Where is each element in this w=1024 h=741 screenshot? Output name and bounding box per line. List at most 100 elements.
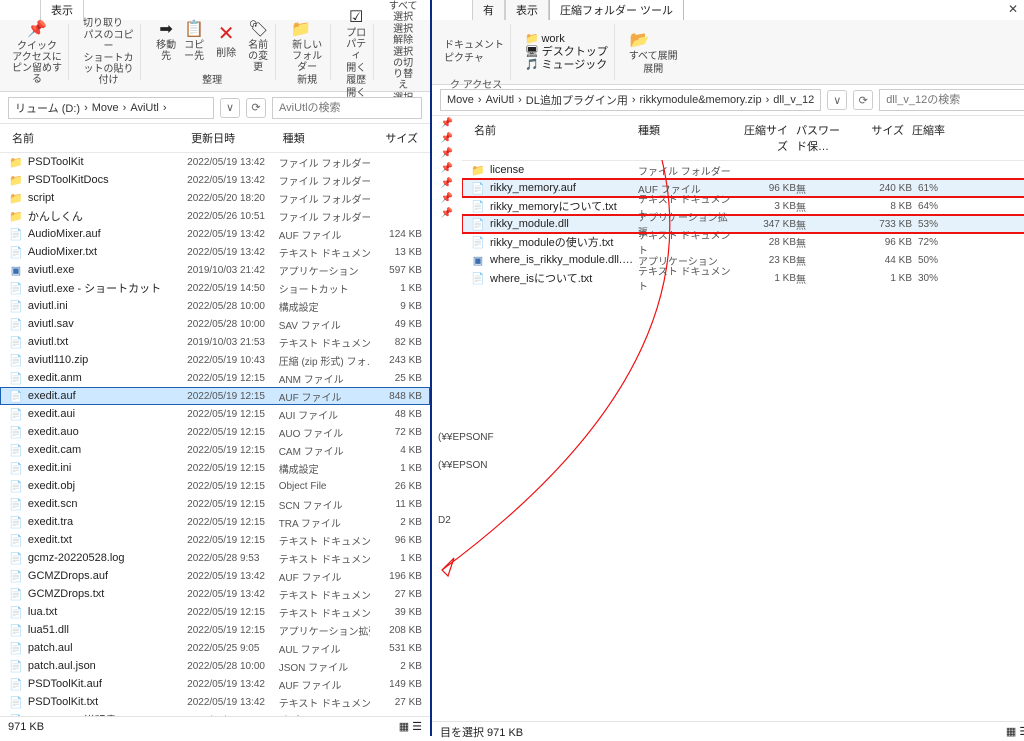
file-row[interactable]: 📄 exedit.anm 2022/05/19 12:15 ANM ファイル 2… (0, 369, 430, 387)
file-row[interactable]: 📄 gcmz-20220528.log 2022/05/28 9:53 テキスト… (0, 549, 430, 567)
selectnone-label[interactable]: 選択解除 (388, 24, 418, 46)
copy-icon[interactable]: 📋 (183, 18, 205, 40)
tab-view[interactable]: 表示 (505, 0, 549, 20)
file-type: テキスト ドキュメント (279, 533, 371, 548)
pasteshortcut-label[interactable]: ショートカットの貼り付け (83, 53, 134, 86)
cut-label[interactable]: 切り取り (83, 18, 123, 29)
file-row[interactable]: 📄 aviutl.ini 2022/05/28 10:00 構成設定 9 KB (0, 297, 430, 315)
left-breadcrumb[interactable]: リューム (D:)› Move› AviUtl› (8, 97, 214, 119)
file-row[interactable]: 📄 AudioMixer.auf 2022/05/19 13:42 AUF ファ… (0, 225, 430, 243)
file-row[interactable]: 📁 license ファイル フォルダー (462, 161, 1024, 179)
file-type: SAV ファイル (279, 317, 371, 332)
file-row[interactable]: 📄 aviutl110.zip 2022/05/19 10:43 圧縮 (zip… (0, 351, 430, 369)
rename-icon[interactable]: 🏷 (247, 18, 269, 40)
file-date: 2022/05/20 18:20 (187, 193, 279, 204)
file-size: 25 KB (370, 373, 422, 384)
file-type: テキスト ドキュメント (279, 587, 371, 602)
file-name: exedit.obj (28, 480, 187, 492)
right-breadcrumb[interactable]: Move› AviUtl› DL追加プラグイン用› rikkymodule&me… (440, 89, 821, 111)
newfolder-icon[interactable]: 📁 (290, 18, 312, 40)
file-row[interactable]: 📄 exedit.ini 2022/05/19 12:15 構成設定 1 KB (0, 459, 430, 477)
file-row[interactable]: 📄 lua51.dll 2022/05/19 12:15 アプリケーション拡張 … (0, 621, 430, 639)
file-row[interactable]: 📄 lua.txt 2022/05/19 12:15 テキスト ドキュメント 3… (0, 603, 430, 621)
file-icon: 📄 (8, 515, 24, 529)
file-name: exedit.anm (28, 372, 187, 384)
folder-icon: 📁 (8, 173, 24, 187)
pin-icon[interactable]: 📌 (440, 208, 454, 219)
selectall-label[interactable]: すべて選択 (388, 1, 418, 23)
file-row[interactable]: 📄 patch.aul 2022/05/25 9:05 AUL ファイル 531… (0, 639, 430, 657)
view-icons[interactable]: ▦ ☰ (1006, 725, 1024, 738)
file-row[interactable]: 📁 かんしくん 2022/05/26 10:51 ファイル フォルダー (0, 207, 430, 225)
file-row[interactable]: 📄 rikky_memoryについて.txt テキスト ドキュメント 3 KB … (462, 197, 1024, 215)
file-row[interactable]: 📄 exedit.scn 2022/05/19 12:15 SCN ファイル 1… (0, 495, 430, 513)
left-file-list[interactable]: 📁 PSDToolKit 2022/05/19 13:42 ファイル フォルダー… (0, 153, 430, 716)
right-column-headers[interactable]: 名前 種類 圧縮サイズ パスワード保… サイズ 圧縮率 (462, 116, 1024, 161)
delete-icon[interactable]: ✕ (211, 18, 241, 48)
pin-icon[interactable]: 📌 (440, 163, 454, 174)
tab-share[interactable]: 有 (472, 0, 505, 20)
file-type: ファイル フォルダー (279, 191, 371, 206)
extract-icon[interactable]: 📂 (629, 29, 651, 51)
file-size: 49 KB (370, 319, 422, 330)
file-row[interactable]: 📄 exedit.auo 2022/05/19 12:15 AUO ファイル 7… (0, 423, 430, 441)
file-name: aviutl.exe (28, 264, 187, 276)
file-type: テキスト ドキュメント (638, 263, 736, 293)
file-row[interactable]: 📄 rikky_memory.auf AUF ファイル 96 KB 無 240 … (462, 179, 1024, 197)
file-row[interactable]: 📁 script 2022/05/20 18:20 ファイル フォルダー (0, 189, 430, 207)
refresh-button[interactable]: ⟳ (246, 98, 266, 118)
view-icons[interactable]: ▦ ☰ (399, 720, 422, 733)
file-row[interactable]: 📄 aviutl.sav 2022/05/28 10:00 SAV ファイル 4… (0, 315, 430, 333)
pin-icon[interactable]: 📌 (440, 178, 454, 189)
pin-icon[interactable]: 📌 (440, 118, 454, 129)
invert-label[interactable]: 選択の切り替え (388, 47, 418, 91)
file-type: アプリケーション拡張 (279, 623, 371, 638)
pin-icon[interactable]: 📌 (440, 133, 454, 144)
file-row[interactable]: 📁 PSDToolKitDocs 2022/05/19 13:42 ファイル フ… (0, 171, 430, 189)
file-row[interactable]: 📄 aviutl.txt 2019/10/03 21:53 テキスト ドキュメン… (0, 333, 430, 351)
file-date: 2022/05/19 12:15 (187, 445, 279, 456)
search-input[interactable] (879, 89, 1024, 111)
open-label[interactable]: 開く (346, 63, 366, 74)
file-row[interactable]: 📄 exedit.auf 2022/05/19 12:15 AUF ファイル 8… (0, 387, 430, 405)
file-size: 96 KB (856, 237, 912, 248)
close-icon[interactable]: ✕ (1008, 2, 1018, 16)
file-row[interactable]: 📄 PSDToolKit.txt 2022/05/19 13:42 テキスト ド… (0, 693, 430, 711)
file-row[interactable]: 📄 GCMZDrops.txt 2022/05/19 13:42 テキスト ドキ… (0, 585, 430, 603)
file-row[interactable]: 📄 exedit.tra 2022/05/19 12:15 TRA ファイル 2… (0, 513, 430, 531)
file-row[interactable]: 📄 where_isについて.txt テキスト ドキュメント 1 KB 無 1 … (462, 269, 1024, 287)
properties-icon[interactable]: ☑ (345, 6, 367, 28)
file-row[interactable]: 📄 rikky_module.dll アプリケーション拡張 347 KB 無 7… (462, 215, 1024, 233)
tab-ziptools[interactable]: 圧縮フォルダー ツール (549, 0, 684, 20)
pin-icon[interactable]: 📌 (26, 19, 48, 39)
file-row[interactable]: 📄 aviutl.exe - ショートカット 2022/05/19 14:50 … (0, 279, 430, 297)
file-row[interactable]: 📁 PSDToolKit 2022/05/19 13:42 ファイル フォルダー (0, 153, 430, 171)
file-row[interactable]: 📄 patch.aul.json 2022/05/28 10:00 JSON フ… (0, 657, 430, 675)
dropdown-icon[interactable]: ∨ (827, 90, 847, 110)
file-row[interactable]: ▣ aviutl.exe 2019/10/03 21:42 アプリケーション 5… (0, 261, 430, 279)
file-size: 597 KB (370, 265, 422, 276)
file-row[interactable]: 📄 exedit.cam 2022/05/19 12:15 CAM ファイル 4… (0, 441, 430, 459)
file-type: AUF ファイル (279, 389, 371, 404)
tab-view[interactable]: 表示 (40, 0, 84, 20)
copypath-label[interactable]: パスのコピー (83, 30, 134, 52)
dropdown-icon[interactable]: ∨ (220, 98, 240, 118)
right-file-list[interactable]: 📁 license ファイル フォルダー 📄 rikky_memory.auf … (462, 161, 1024, 721)
file-row[interactable]: 📄 GCMZDrops.auf 2022/05/19 13:42 AUF ファイ… (0, 567, 430, 585)
file-row[interactable]: 📄 exedit.obj 2022/05/19 12:15 Object Fil… (0, 477, 430, 495)
col-pw: パスワード保… (792, 120, 852, 156)
left-column-headers[interactable]: 名前 更新日時 種類 サイズ (0, 124, 430, 153)
history-label[interactable]: 履歴 (346, 75, 366, 86)
file-icon: 📄 (8, 497, 24, 511)
file-row[interactable]: 📄 PSDToolKit.auf 2022/05/19 13:42 AUF ファ… (0, 675, 430, 693)
search-input[interactable] (272, 97, 422, 119)
pin-icon[interactable]: 📌 (440, 148, 454, 159)
file-row[interactable]: 📄 AudioMixer.txt 2022/05/19 13:42 テキスト ド… (0, 243, 430, 261)
file-row[interactable]: 📄 exedit.txt 2022/05/19 12:15 テキスト ドキュメン… (0, 531, 430, 549)
file-row[interactable]: 📄 rikky_moduleの使い方.txt テキスト ドキュメント 28 KB… (462, 233, 1024, 251)
refresh-button[interactable]: ⟳ (853, 90, 873, 110)
file-row[interactable]: ▣ where_is_rikky_module.dll.exe アプリケーション… (462, 251, 1024, 269)
move-icon[interactable]: ➡ (155, 18, 177, 40)
pin-icon[interactable]: 📌 (440, 193, 454, 204)
file-row[interactable]: 📄 exedit.aui 2022/05/19 12:15 AUI ファイル 4… (0, 405, 430, 423)
